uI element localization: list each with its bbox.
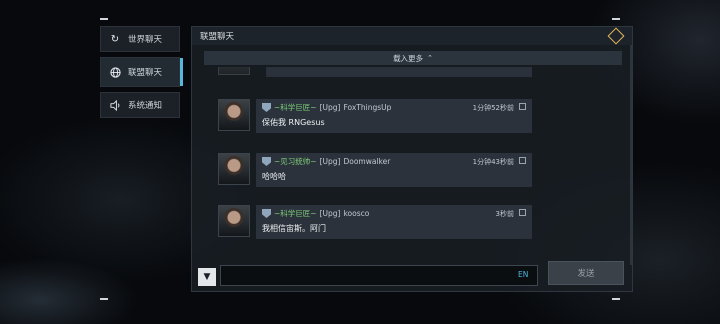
panel-header: 联盟聊天: [192, 27, 632, 45]
chat-panel: 联盟聊天 载入更多 ⌃ ~科学巨匠~ [Upg] FoxThingsUp 1分钟…: [191, 26, 633, 292]
chat-input-bar: ▼ EN 发送: [192, 261, 632, 291]
chevron-up-icon: ⌃: [427, 54, 433, 62]
message-text: 哈哈哈: [262, 172, 286, 181]
player-name[interactable]: Doomwalker: [343, 157, 390, 166]
message-time: 3秒前: [495, 210, 514, 218]
rank-icon: [262, 103, 271, 112]
player-name[interactable]: koosco: [343, 209, 369, 218]
message-bubble: ~见习统帅~ [Upg] Doomwalker 1分钟43秒前 哈哈哈: [256, 153, 532, 187]
rank-icon: [262, 157, 271, 166]
corner-mark: [612, 298, 620, 300]
corner-mark: [100, 298, 108, 300]
sidebar-item-system-notice[interactable]: 系统通知: [100, 92, 180, 118]
rank-icon: [262, 209, 271, 218]
sidebar-item-world-chat[interactable]: ↻ 世界聊天: [100, 26, 180, 52]
rank-title: ~见习统帅~: [274, 157, 317, 166]
message-bubble: ~科学巨匠~ [Upg] koosco 3秒前 我相信宙斯。阿门: [256, 205, 532, 239]
message-list[interactable]: ~科学巨匠~ [Upg] FoxThingsUp 1分钟52秒前 保佑我 RNG…: [192, 67, 632, 267]
sidebar-item-alliance-chat[interactable]: 联盟聊天: [100, 57, 183, 87]
copy-icon[interactable]: [519, 209, 526, 216]
avatar[interactable]: [218, 153, 250, 185]
avatar[interactable]: [218, 99, 250, 131]
chevron-down-icon[interactable]: ▼: [198, 268, 216, 286]
message-text: 我相信宙斯。阿门: [262, 224, 326, 233]
load-more-button[interactable]: 载入更多 ⌃: [204, 51, 622, 65]
message-sender: ~科学巨匠~ [Upg] koosco: [262, 208, 526, 219]
message-time: 1分钟43秒前: [472, 158, 514, 166]
copy-icon[interactable]: [519, 103, 526, 110]
corner-mark: [612, 18, 620, 20]
copy-icon[interactable]: [519, 157, 526, 164]
panel-title: 联盟聊天: [200, 32, 235, 42]
chat-channel-sidebar: ↻ 世界聊天 联盟聊天 系统通知: [100, 26, 183, 123]
globe-icon: [108, 65, 122, 79]
avatar[interactable]: [218, 205, 250, 237]
player-name[interactable]: FoxThingsUp: [343, 103, 391, 112]
refresh-icon: ↻: [110, 33, 120, 45]
rank-title: ~科学巨匠~: [274, 209, 317, 218]
message-bubble: ~科学巨匠~ [Upg] FoxThingsUp 1分钟52秒前 保佑我 RNG…: [256, 99, 532, 133]
language-toggle[interactable]: EN: [518, 270, 528, 279]
message-text: 保佑我 RNGesus: [262, 118, 325, 127]
alliance-tag: [Upg]: [319, 209, 341, 218]
sidebar-item-label: 联盟聊天: [128, 68, 163, 78]
speaker-icon: [108, 98, 122, 112]
avatar: [218, 67, 250, 75]
list-item: [266, 67, 532, 77]
rank-title: ~科学巨匠~: [274, 103, 317, 112]
diamond-arrow-icon[interactable]: [607, 27, 625, 45]
send-button[interactable]: 发送: [548, 261, 624, 285]
alliance-tag: [Upg]: [319, 103, 341, 112]
chat-message-input[interactable]: [220, 265, 538, 286]
sidebar-item-label: 系统通知: [128, 101, 163, 111]
scrollbar[interactable]: [630, 45, 632, 265]
corner-mark: [100, 18, 108, 20]
sidebar-item-label: 世界聊天: [128, 35, 163, 45]
message-time: 1分钟52秒前: [472, 104, 514, 112]
load-more-label: 载入更多: [393, 53, 424, 63]
alliance-tag: [Upg]: [319, 157, 341, 166]
